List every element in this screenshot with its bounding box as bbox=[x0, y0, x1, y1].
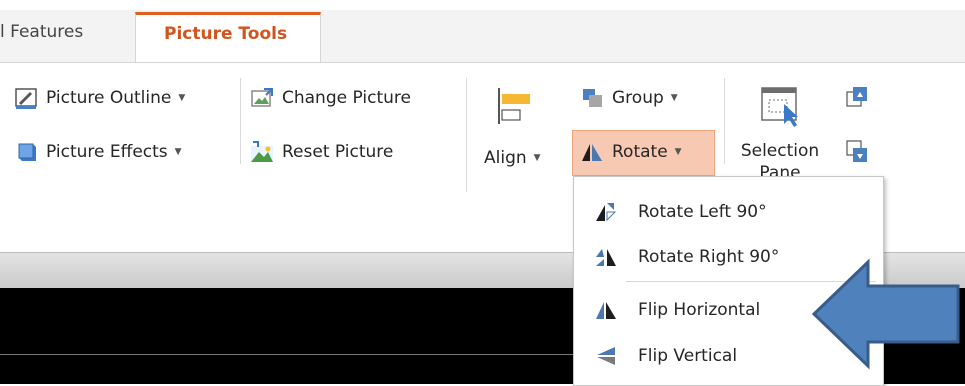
picture-effects-icon bbox=[18, 143, 36, 161]
menu-item-rotate-left-90[interactable]: Rotate Left 90° bbox=[574, 189, 883, 235]
align-label-row: Align ▼ bbox=[484, 148, 541, 168]
tab-picture-tools[interactable]: Picture Tools bbox=[135, 12, 321, 62]
picture-outline-icon bbox=[15, 88, 37, 109]
chevron-down-icon: ▼ bbox=[174, 147, 182, 157]
align-label: Align bbox=[484, 148, 527, 168]
change-picture-label: Change Picture bbox=[282, 88, 411, 108]
align-icon bbox=[498, 88, 530, 124]
group-button[interactable]: Group ▼ bbox=[580, 86, 678, 110]
picture-outline-button[interactable]: Picture Outline ▼ bbox=[14, 86, 185, 110]
selection-pane-icon bbox=[761, 87, 798, 127]
rotate-button[interactable]: Rotate ▼ bbox=[580, 140, 682, 164]
menu-item-label: Rotate Right 90° bbox=[638, 247, 780, 267]
rotate-left-icon bbox=[596, 203, 617, 222]
send-backward-icon[interactable] bbox=[846, 140, 868, 164]
menu-item-label: Flip Vertical bbox=[638, 346, 738, 366]
flip-vertical-icon bbox=[597, 347, 615, 365]
reset-picture-label: Reset Picture bbox=[282, 142, 394, 162]
reset-picture-icon bbox=[251, 141, 273, 162]
chevron-down-icon: ▼ bbox=[178, 93, 186, 103]
reset-picture-button[interactable]: Reset Picture bbox=[250, 140, 393, 164]
flip-horizontal-icon bbox=[596, 302, 616, 319]
selection-pane-label: Selection Pane bbox=[740, 141, 820, 176]
change-picture-icon bbox=[251, 88, 273, 107]
change-picture-button[interactable]: Change Picture bbox=[250, 86, 411, 110]
align-button[interactable]: Align ▼ bbox=[484, 86, 558, 176]
menu-item-label: Flip Horizontal bbox=[638, 300, 761, 320]
menu-item-label: Rotate Left 90° bbox=[638, 202, 767, 222]
picture-effects-button[interactable]: Picture Effects ▼ bbox=[14, 140, 182, 164]
rotate-icon bbox=[582, 144, 602, 161]
chevron-down-icon: ▼ bbox=[674, 147, 682, 157]
group-separator bbox=[724, 78, 725, 164]
picture-outline-label: Picture Outline bbox=[46, 88, 172, 108]
annotation-arrow-icon bbox=[811, 258, 960, 370]
chevron-down-icon: ▼ bbox=[533, 153, 541, 163]
group-icon bbox=[583, 89, 602, 107]
bring-forward-icon[interactable] bbox=[846, 86, 868, 110]
rotate-label: Rotate bbox=[612, 142, 668, 162]
tab-features[interactable]: l Features bbox=[0, 22, 83, 42]
chevron-down-icon: ▼ bbox=[670, 93, 678, 103]
tab-picture-tools-label: Picture Tools bbox=[164, 24, 288, 44]
group-separator bbox=[466, 78, 467, 192]
rotate-right-icon bbox=[596, 249, 616, 266]
selection-pane-button[interactable]: Selection Pane bbox=[730, 86, 830, 176]
canvas-divider-line bbox=[0, 354, 580, 355]
group-separator bbox=[240, 78, 241, 164]
ribbon-tab-bar: l Features Picture Tools bbox=[0, 0, 965, 62]
picture-effects-label: Picture Effects bbox=[46, 142, 168, 162]
group-label: Group bbox=[612, 88, 664, 108]
